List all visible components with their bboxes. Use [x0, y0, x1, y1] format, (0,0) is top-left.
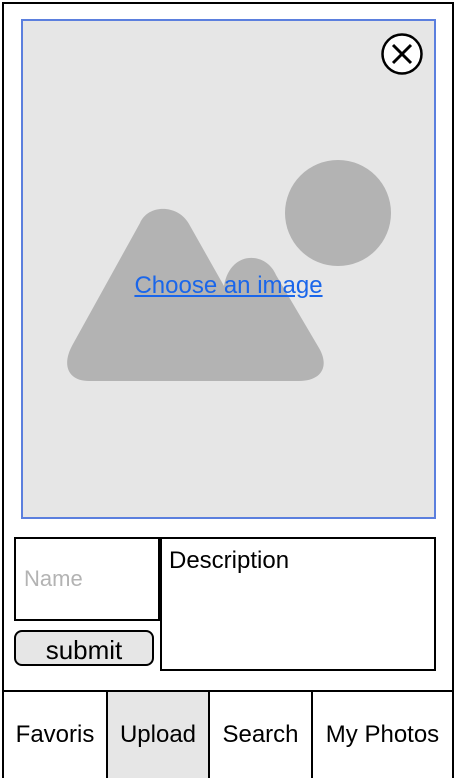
image-dropzone[interactable]: Choose an image [21, 19, 436, 519]
name-field[interactable]: Name [14, 537, 160, 621]
tab-search[interactable]: Search [210, 692, 313, 778]
close-icon[interactable] [381, 33, 423, 75]
image-placeholder-icon [67, 160, 391, 381]
app-frame: Choose an image Name submit Description … [2, 2, 454, 778]
tab-favoris[interactable]: Favoris [4, 692, 108, 778]
submit-button[interactable]: submit [14, 630, 154, 666]
bottom-tab-bar: Favoris Upload Search My Photos [4, 690, 452, 778]
tab-my-photos[interactable]: My Photos [313, 692, 452, 778]
description-field[interactable]: Description [160, 537, 436, 671]
tab-upload[interactable]: Upload [108, 692, 210, 778]
choose-image-link[interactable]: Choose an image [23, 271, 434, 301]
